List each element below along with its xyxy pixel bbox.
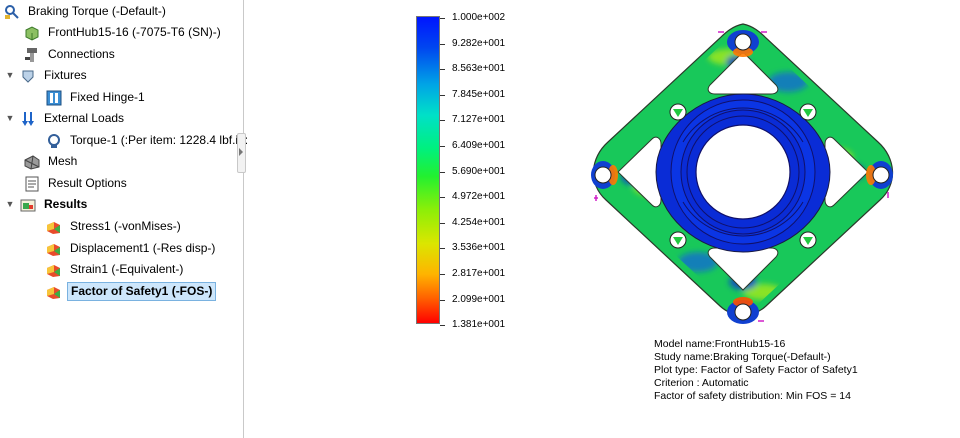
part-icon [24, 25, 40, 41]
tree-item-strain-label: Strain1 (-Equivalent-) [70, 262, 184, 276]
fos-distribution-text: Factor of safety distribution: Min FOS =… [654, 390, 851, 402]
legend-tick [440, 299, 445, 301]
legend-value-label: 9.282e+001 [452, 37, 506, 49]
tree-item-study-label: Braking Torque (-Default-) [28, 4, 166, 18]
tree-item-part[interactable]: FrontHub15-16 (-7075-T6 (SN)-) [24, 22, 224, 43]
tree-item-fixed-hinge-label: Fixed Hinge-1 [70, 90, 145, 104]
fos-plot-icon [46, 284, 62, 300]
legend-value-label: 7.127e+001 [452, 114, 506, 126]
legend-value-label: 2.817e+001 [452, 268, 506, 279]
tree-item-fixtures[interactable]: ▼ Fixtures [4, 65, 90, 86]
strain-plot-icon [46, 262, 62, 278]
tree-item-part-label: FrontHub15-16 (-7075-T6 (SN)-) [48, 25, 221, 39]
tree-item-mesh[interactable]: Mesh [24, 151, 80, 172]
tree-item-factor-of-safety[interactable]: Factor of Safety1 (-FOS-) [46, 281, 217, 302]
legend-tick [440, 120, 445, 122]
result-options-icon [24, 176, 40, 192]
model-name-text: Model name:FrontHub15-16 [654, 338, 786, 350]
torque-icon [46, 133, 62, 149]
tree-item-torque[interactable]: Torque-1 (:Per item: 1228.4 lbf.in: [46, 130, 251, 151]
tree-item-fixed-hinge[interactable]: Fixed Hinge-1 [46, 87, 148, 108]
study-name-text: Study name:Braking Torque(-Default-) [654, 351, 831, 363]
tree-item-result-options-label: Result Options [48, 176, 127, 190]
collapse-arrow-icon[interactable]: ▼ [4, 65, 16, 86]
tree-item-stress-label: Stress1 (-vonMises-) [70, 219, 181, 233]
legend-tick [440, 69, 445, 71]
stress-plot-icon [46, 219, 62, 235]
criterion-text: Criterion : Automatic [654, 377, 749, 389]
legend-tick [440, 94, 445, 96]
external-loads-icon [20, 111, 36, 127]
tree-item-factor-of-safety-label: Factor of Safety1 (-FOS-) [67, 282, 217, 301]
legend-tick [440, 325, 445, 327]
legend-value-label: 5.690e+001 [452, 165, 506, 177]
tree-item-torque-label: Torque-1 (:Per item: 1228.4 lbf.in: [70, 133, 249, 147]
hinge-icon [46, 90, 62, 106]
tree-item-results-label: Results [44, 197, 88, 211]
legend-value-label: 6.409e+001 [452, 140, 506, 151]
tree-item-result-options[interactable]: Result Options [24, 173, 130, 194]
tree-item-mesh-label: Mesh [48, 154, 78, 168]
tree-item-connections[interactable]: Connections [24, 44, 118, 65]
tree-item-study[interactable]: Braking Torque (-Default-) [4, 1, 169, 22]
tree-item-external-loads-label: External Loads [44, 111, 125, 125]
result-info-block: Model name:FrontHub15-16 Study name:Brak… [654, 338, 858, 403]
legend-value-label: 2.099e+001 [452, 293, 506, 305]
fixtures-icon [20, 68, 36, 84]
displacement-plot-icon [46, 241, 62, 257]
legend-tick [440, 274, 445, 275]
legend-tick [440, 43, 445, 45]
legend-value-label: 3.536e+001 [452, 242, 506, 254]
collapse-arrow-icon[interactable]: ▼ [4, 108, 16, 129]
tree-item-connections-label: Connections [48, 47, 115, 61]
tree-item-displacement-label: Displacement1 (-Res disp-) [70, 241, 216, 255]
legend-value-label: 1.000e+002 [452, 12, 506, 23]
connections-icon [24, 47, 40, 63]
mesh-icon [24, 154, 40, 170]
tree-item-strain[interactable]: Strain1 (-Equivalent-) [46, 259, 186, 280]
tree-item-displacement[interactable]: Displacement1 (-Res disp-) [46, 238, 218, 259]
fos-result-model-view[interactable] [578, 12, 908, 330]
legend-tick [440, 171, 445, 173]
study-icon [4, 4, 20, 20]
legend-tick [440, 197, 445, 199]
legend-value-label: 7.845e+001 [452, 88, 506, 100]
simulation-feature-tree: Braking Torque (-Default-) FrontHub15-16… [0, 0, 248, 438]
legend-value-label: 1.381e+001 [452, 319, 506, 331]
tree-item-results[interactable]: ▼ Results [4, 194, 90, 215]
collapse-arrow-icon[interactable]: ▼ [4, 194, 16, 215]
tree-item-stress[interactable]: Stress1 (-vonMises-) [46, 216, 184, 237]
legend-value-label: 4.972e+001 [452, 191, 506, 203]
legend-tick [440, 222, 445, 224]
legend-value-label: 4.254e+001 [452, 216, 506, 228]
plot-type-text: Plot type: Factor of Safety Factor of Sa… [654, 364, 858, 376]
legend-tick [440, 146, 445, 147]
legend-tick [440, 248, 445, 250]
legend-tick [440, 18, 445, 19]
legend-value-label: 8.563e+001 [452, 63, 506, 75]
fos-color-scale-bar [416, 16, 440, 324]
tree-item-external-loads[interactable]: ▼ External Loads [4, 108, 127, 129]
tree-item-fixtures-label: Fixtures [44, 68, 87, 82]
results-folder-icon [20, 197, 36, 213]
panel-collapse-handle[interactable] [237, 133, 246, 173]
